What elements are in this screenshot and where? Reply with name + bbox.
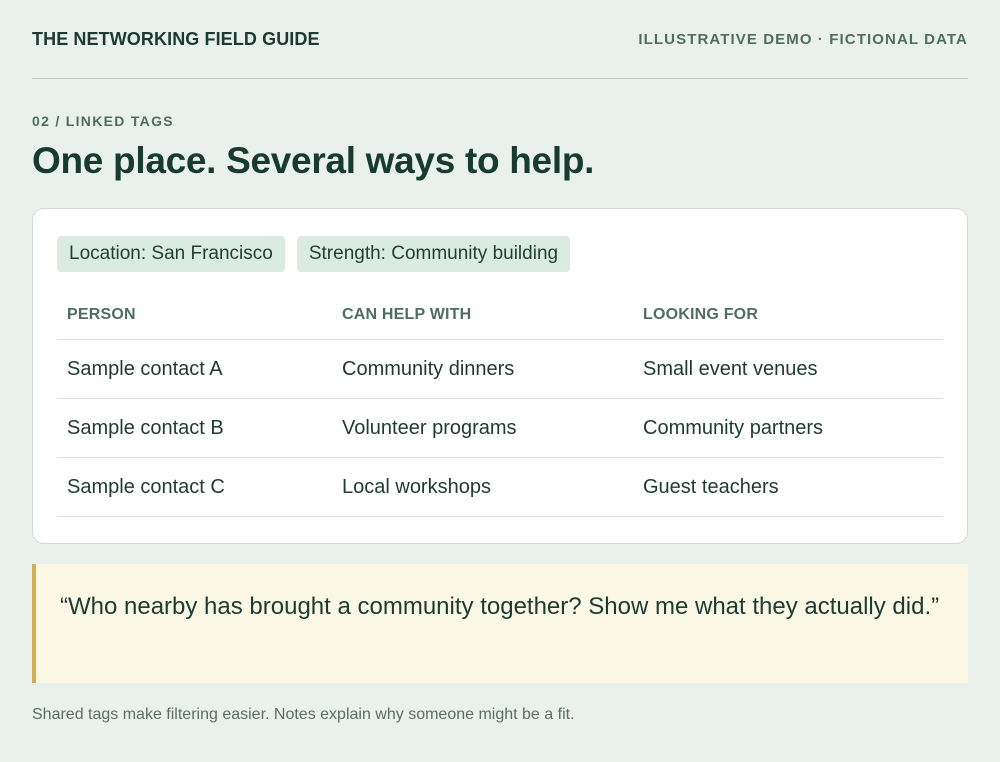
contacts-table: PERSON CAN HELP WITH LOOKING FOR Sample … <box>57 295 943 517</box>
cell-looking-for: Community partners <box>633 398 943 458</box>
footnote: Shared tags make filtering easier. Notes… <box>32 705 575 723</box>
cell-looking-for: Guest teachers <box>633 457 943 517</box>
tag-list: Location: San Francisco Strength: Commun… <box>57 235 943 272</box>
page-title: One place. Several ways to help. <box>32 140 595 181</box>
column-header-person: PERSON <box>57 295 332 340</box>
cell-person: Sample contact C <box>57 457 332 517</box>
demo-disclaimer: ILLUSTRATIVE DEMO · FICTIONAL DATA <box>638 30 968 48</box>
column-header-can-help-with: CAN HELP WITH <box>332 295 633 340</box>
table-row: Sample contact C Local workshops Guest t… <box>57 457 943 517</box>
column-header-looking-for: LOOKING FOR <box>633 295 943 340</box>
page: THE NETWORKING FIELD GUIDE ILLUSTRATIVE … <box>0 0 1000 762</box>
cell-can-help-with: Community dinners <box>332 339 633 399</box>
section-eyebrow: 02 / LINKED TAGS <box>32 113 174 129</box>
brand-title: THE NETWORKING FIELD GUIDE <box>32 28 320 49</box>
cell-can-help-with: Local workshops <box>332 457 633 517</box>
example-query-quote: “Who nearby has brought a community toge… <box>32 563 968 683</box>
cell-can-help-with: Volunteer programs <box>332 398 633 458</box>
site-header: THE NETWORKING FIELD GUIDE ILLUSTRATIVE … <box>32 0 968 79</box>
table-row: Sample contact A Community dinners Small… <box>57 339 943 399</box>
cell-looking-for: Small event venues <box>633 339 943 399</box>
cell-person: Sample contact A <box>57 339 332 399</box>
tag-location[interactable]: Location: San Francisco <box>57 235 285 272</box>
table-row: Sample contact B Volunteer programs Comm… <box>57 398 943 458</box>
tag-strength[interactable]: Strength: Community building <box>296 235 571 272</box>
table-header-row: PERSON CAN HELP WITH LOOKING FOR <box>57 295 943 340</box>
cell-person: Sample contact B <box>57 398 332 458</box>
contacts-card: Location: San Francisco Strength: Commun… <box>32 207 968 544</box>
